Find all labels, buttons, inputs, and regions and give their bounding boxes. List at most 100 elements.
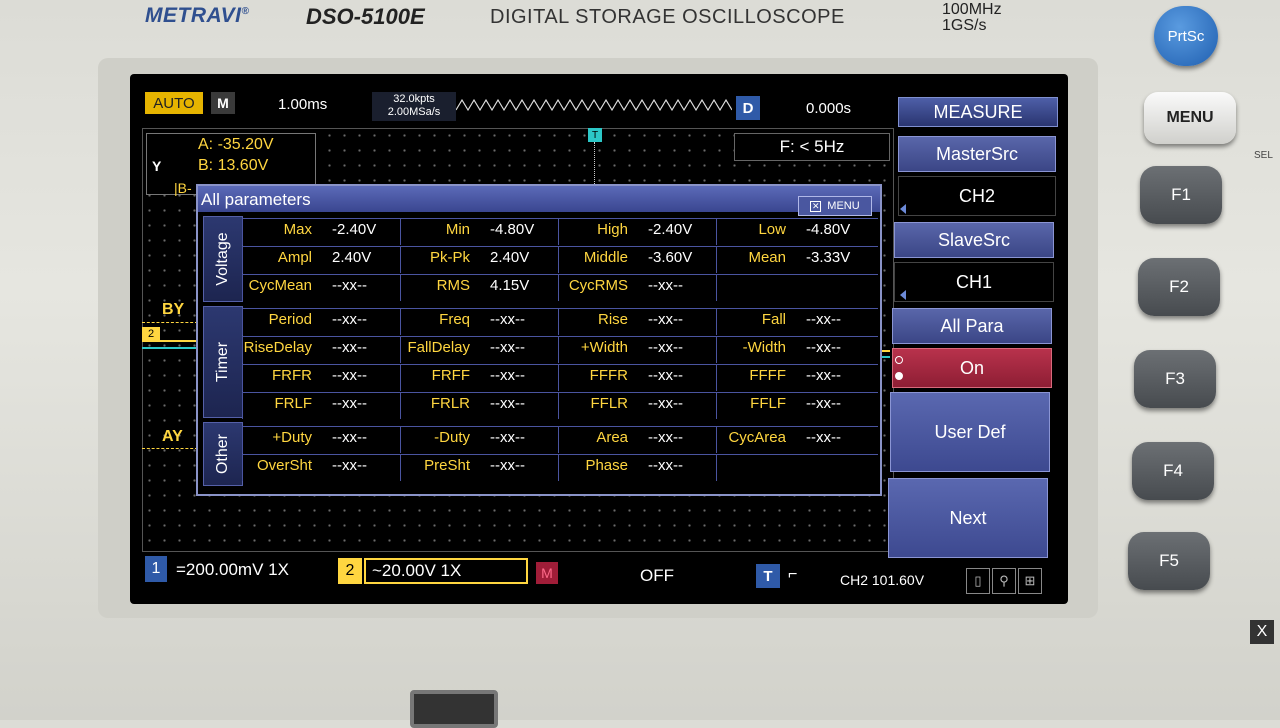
f2-button[interactable]: F2	[1138, 258, 1220, 316]
trigger-badge[interactable]: T	[756, 564, 780, 588]
param-label: FRLF	[274, 395, 313, 412]
param-cell	[558, 308, 716, 335]
param-label: RiseDelay	[243, 339, 312, 356]
param-value: --xx--	[490, 395, 525, 412]
group-timer-label: Timer	[214, 341, 231, 383]
param-label: Period	[268, 311, 312, 328]
param-label: CycMean	[248, 277, 312, 294]
radio-off-icon	[895, 356, 903, 364]
param-label: High	[597, 221, 628, 238]
frequency-readout: F: < 5Hz	[734, 133, 890, 161]
param-value: 2.40V	[490, 249, 530, 266]
param-cell	[558, 454, 716, 481]
param-label: Rise	[597, 311, 628, 328]
param-cell	[716, 364, 878, 391]
f5-button[interactable]: F5	[1128, 532, 1210, 590]
cursor-ay-line[interactable]	[142, 448, 198, 449]
ch1-badge[interactable]: 1	[145, 556, 167, 582]
param-label: FFFR	[589, 367, 628, 384]
math-state: OFF	[640, 566, 674, 585]
softkey-next[interactable]: Next	[888, 478, 1048, 558]
param-label: Mean	[748, 249, 786, 266]
param-cell	[558, 426, 716, 453]
param-cell	[716, 392, 878, 419]
cursor-by-label: BY	[162, 301, 185, 318]
param-value: -4.80V	[806, 221, 851, 238]
device-title: DIGITAL STORAGE OSCILLOSCOPE	[490, 6, 845, 28]
param-label: Middle	[583, 249, 628, 266]
param-label: Max	[283, 221, 312, 238]
param-cell	[242, 426, 400, 453]
menu-hw-button[interactable]: MENU	[1144, 92, 1236, 144]
param-value: --xx--	[490, 457, 525, 474]
softkey-slavesrc-label[interactable]: SlaveSrc	[894, 222, 1054, 258]
param-value: --xx--	[332, 277, 367, 294]
param-value: -3.60V	[648, 249, 693, 266]
param-value: 4.15V	[490, 277, 530, 294]
group-voltage: Voltage	[203, 216, 243, 302]
close-icon: ✕	[810, 200, 822, 212]
ch2-badge[interactable]: 2	[338, 558, 362, 584]
param-cell	[400, 392, 558, 419]
ch2-trace	[142, 340, 198, 342]
group-other: Other	[203, 422, 243, 486]
mem-depth: 32.0kpts	[393, 93, 435, 105]
param-cell	[558, 218, 716, 245]
param-label: -Duty	[434, 429, 470, 446]
param-cell	[242, 218, 400, 245]
param-label: -Width	[742, 339, 786, 356]
param-label: +Width	[580, 339, 628, 356]
waveform-overview-icon	[456, 98, 732, 112]
param-value: --xx--	[332, 367, 367, 384]
param-value: --xx--	[648, 457, 683, 474]
param-label: Fall	[761, 311, 786, 328]
param-value: --xx--	[490, 429, 525, 446]
dialog-menu-button[interactable]: ✕ MENU	[798, 196, 872, 216]
f3-button[interactable]: F3	[1134, 350, 1216, 408]
menu-title: MEASURE	[898, 97, 1058, 127]
spec-samplerate: 1GS/s	[942, 17, 987, 34]
group-other-label: Other	[214, 433, 231, 475]
spec-bandwidth: 100MHz	[942, 1, 1002, 18]
param-value: --xx--	[648, 395, 683, 412]
sel-label: SEL	[1254, 150, 1273, 161]
param-label: Low	[758, 221, 786, 238]
softkey-mastersrc-label[interactable]: MasterSrc	[898, 136, 1056, 172]
softkey-allpara-label[interactable]: All Para	[892, 308, 1052, 344]
param-value: --xx--	[806, 311, 841, 328]
param-cell	[716, 336, 878, 363]
softkey-userdef[interactable]: User Def	[890, 392, 1050, 472]
param-label: FRFF	[431, 367, 470, 384]
param-cell	[242, 246, 400, 273]
param-value: --xx--	[648, 311, 683, 328]
param-value: --xx--	[806, 367, 841, 384]
param-value: --xx--	[648, 277, 683, 294]
close-icon[interactable]: X	[1250, 620, 1274, 644]
softkey-allpara-value[interactable]: On	[892, 348, 1052, 388]
softkey-slavesrc-value[interactable]: CH1	[894, 262, 1054, 302]
cursor-by-line[interactable]	[142, 322, 198, 323]
acq-mode-badge[interactable]: AUTO	[145, 92, 203, 114]
network-icon: ⊞	[1018, 568, 1042, 594]
param-cell	[558, 246, 716, 273]
param-label: PreSht	[424, 457, 470, 474]
rising-edge-icon: ⌐	[788, 566, 798, 583]
arrow-left-icon	[900, 290, 906, 300]
param-value: --xx--	[648, 339, 683, 356]
ch2-level-marker[interactable]: 2	[142, 327, 160, 341]
math-badge[interactable]: M	[536, 562, 558, 584]
param-label: Min	[445, 221, 470, 238]
param-cell	[242, 308, 400, 335]
param-cell	[400, 426, 558, 453]
param-label: FFLF	[750, 395, 786, 412]
param-cell	[716, 308, 878, 335]
trigger-time-marker[interactable]: T	[588, 128, 602, 142]
softkey-mastersrc-value[interactable]: CH2	[898, 176, 1056, 216]
prtsc-button[interactable]: PrtSc	[1154, 6, 1218, 66]
f1-button[interactable]: F1	[1140, 166, 1222, 224]
param-value: -2.40V	[332, 221, 377, 238]
param-value: --xx--	[332, 339, 367, 356]
param-cell	[558, 392, 716, 419]
f4-button[interactable]: F4	[1132, 442, 1214, 500]
param-cell	[400, 246, 558, 273]
